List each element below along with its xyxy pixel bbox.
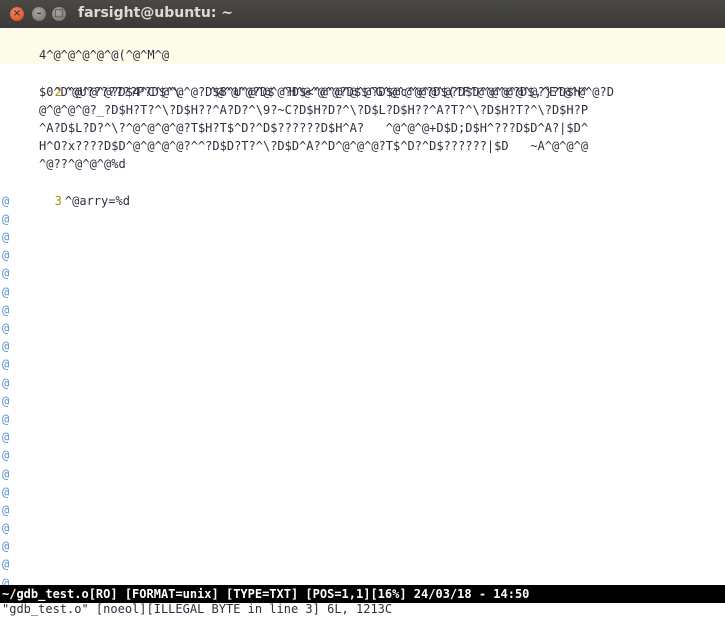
- vim-editor-buffer[interactable]: 1^ELF^A^A^A^@^@^@^@^@^@^@^@^@^A^@^C^@^A^…: [0, 28, 725, 585]
- buffer-line-2-wrap: $0^D^@^@^@?D$4^C^@^@^@?D$8^U^@^@^@?D$<^@…: [39, 84, 589, 99]
- buffer-line-2-wrap: ^@??^@^@^@%d: [39, 157, 126, 172]
- empty-line-marker: @: [2, 302, 10, 317]
- empty-line-marker: @: [2, 557, 10, 572]
- empty-line-marker: @: [2, 284, 10, 299]
- empty-line-fillers: @ @ @ @ @ @ @ @ @ @ @ @ @ @ @ @ @ @ @ @ @ @: [0, 192, 725, 585]
- empty-line-marker: @: [2, 357, 10, 372]
- empty-line-marker: @: [2, 448, 10, 463]
- empty-line-marker: @: [2, 575, 10, 585]
- vim-status-line: ~/gdb_test.o[RO] [FORMAT=unix] [TYPE=TXT…: [0, 585, 725, 603]
- window-titlebar: × – □ farsight@ubuntu: ~: [0, 0, 725, 28]
- empty-line-marker: @: [2, 484, 10, 499]
- buffer-line-1-wrap: 4^@^@^@^@^@(^@^M^@: [0, 46, 725, 65]
- empty-line-marker: @: [2, 248, 10, 263]
- buffer-line-1: 1^ELF^A^A^A^@^@^@^@^@^@^@^@^@^A^@^C^@^A^…: [0, 28, 725, 63]
- vim-message-line: "gdb_test.o" [noeol][ILLEGAL BYTE in lin…: [2, 603, 393, 616]
- empty-line-marker: @: [2, 502, 10, 517]
- empty-line-marker: @: [2, 321, 10, 335]
- buffer-line-2-wrap: H^O?x????D$D^@^@^@^@?^^?D$D?T?^\?D$D^A?^…: [39, 139, 589, 154]
- empty-line-marker: @: [2, 211, 10, 226]
- buffer-line-2-wrap: @^@^@^@?_?D$H?T?^\?D$H??^A?D?^\9?~C?D$H?…: [39, 102, 589, 117]
- empty-line-marker: @: [2, 539, 10, 554]
- empty-line-marker: @: [2, 339, 10, 354]
- buffer-line-2: 2 ^@U???????P?D$^\ ^@^@^@?D$ ^H^@^@^@?D$$…: [0, 64, 725, 99]
- empty-line-marker: @: [2, 193, 10, 208]
- empty-line-marker: @: [2, 375, 10, 390]
- empty-line-marker: @: [2, 521, 10, 536]
- maximize-button[interactable]: □: [52, 7, 66, 21]
- empty-line-marker: @: [2, 466, 10, 481]
- window-title: farsight@ubuntu: ~: [78, 5, 234, 21]
- empty-line-marker: @: [2, 411, 10, 426]
- empty-line-marker: @: [2, 266, 10, 281]
- buffer-line-2-wrap: ^A?D$L?D?^\?^@^@^@^@?T$H?T$^D?^D$??????D…: [39, 120, 589, 135]
- empty-line-marker: @: [2, 393, 10, 408]
- minimize-button[interactable]: –: [32, 7, 46, 21]
- empty-line-marker: @: [2, 230, 10, 245]
- empty-line-marker: @: [2, 430, 10, 445]
- buffer-line-3: 3 ^@arry=%d: [0, 174, 725, 208]
- close-button[interactable]: ×: [10, 7, 24, 21]
